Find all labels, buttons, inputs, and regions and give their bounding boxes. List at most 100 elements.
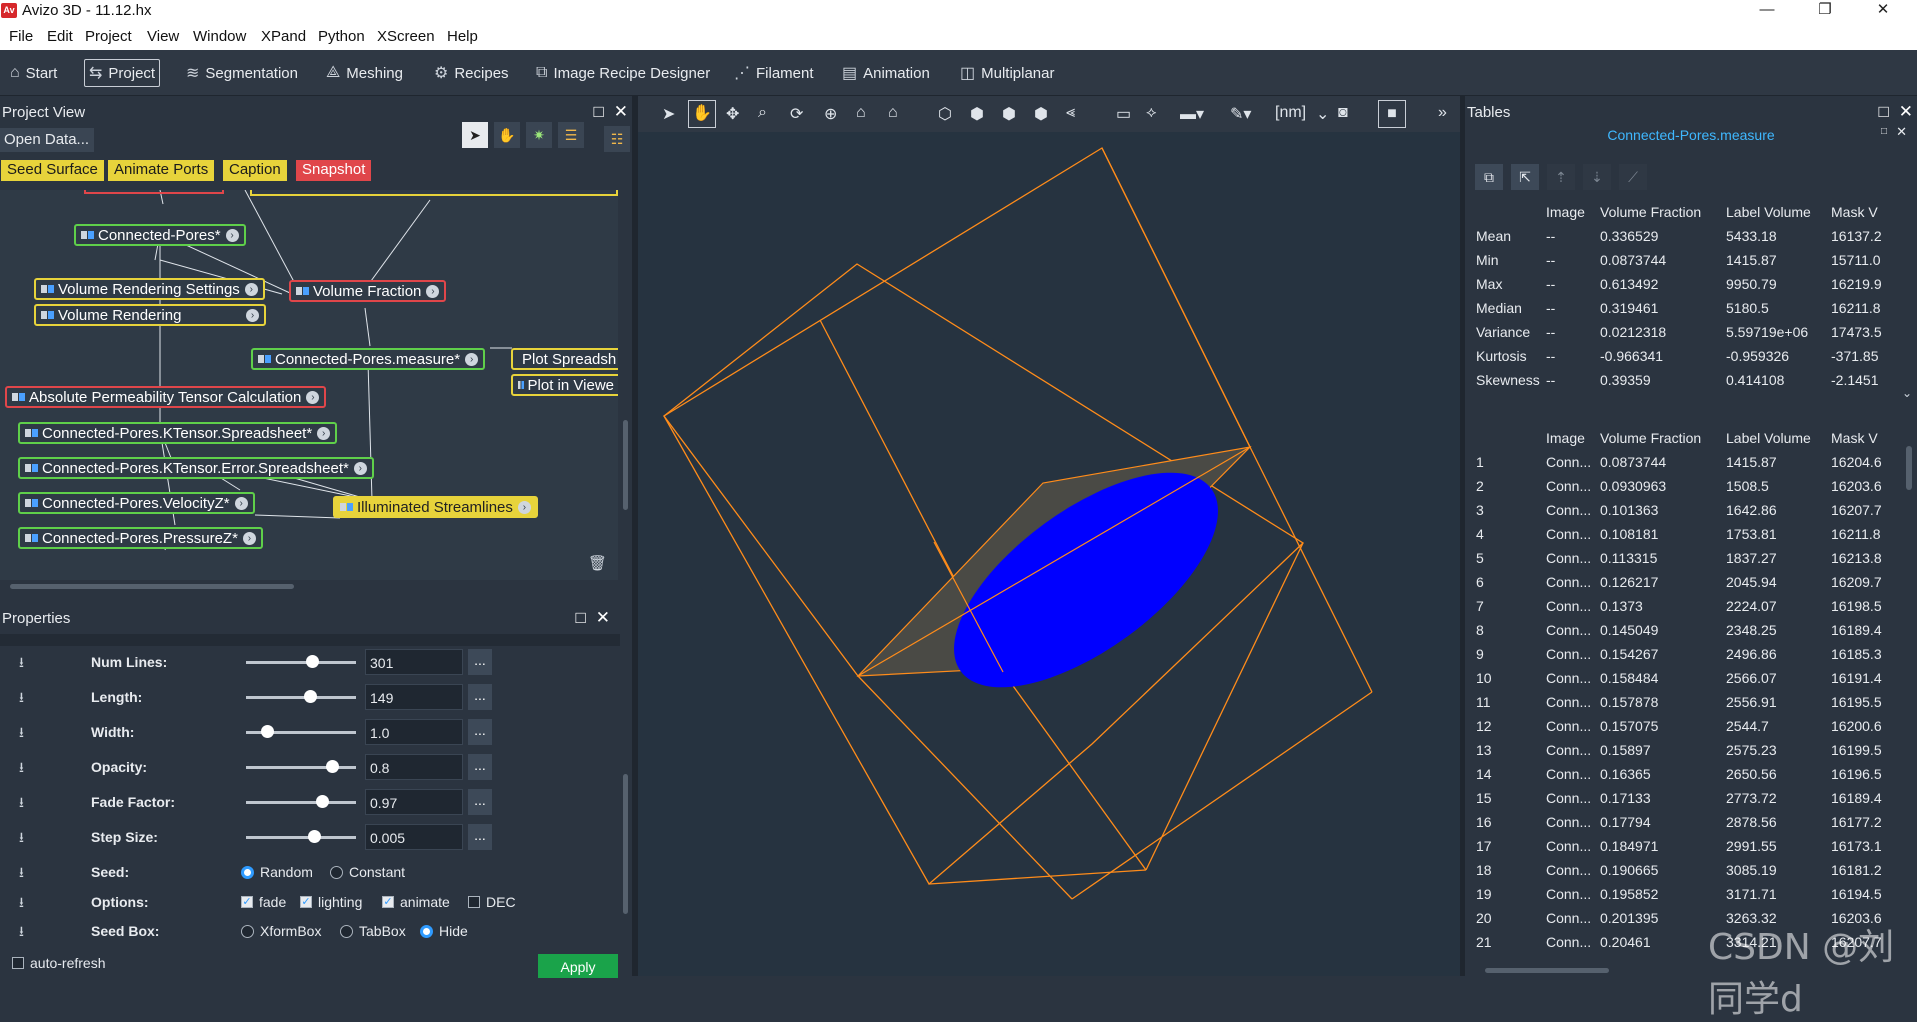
stats-row[interactable]: Kurtosis -- -0.966341 -0.959326 -371.85: [1473, 344, 1901, 368]
seed-random-radio[interactable]: Random: [241, 864, 313, 880]
expand-icon[interactable]: »: [1438, 104, 1447, 122]
layout-icon[interactable]: ■: [1378, 100, 1406, 128]
slider-knob[interactable]: [308, 830, 321, 843]
stats-row[interactable]: Median -- 0.319461 5180.5 16211.8: [1473, 296, 1901, 320]
table-row[interactable]: 5 Conn... 0.113315 1837.27 16213.8: [1473, 546, 1901, 570]
length-slider[interactable]: [246, 690, 356, 703]
pin-icon[interactable]: ⭳: [19, 827, 24, 851]
node-volume-rendering[interactable]: Volume Rendering ›: [34, 304, 266, 326]
more-button[interactable]: ...: [468, 824, 492, 850]
tab-project[interactable]: ⇆ Project: [84, 59, 161, 87]
table-row[interactable]: 14 Conn... 0.16365 2650.56 16196.5: [1473, 762, 1901, 786]
copy-icon[interactable]: ⧉: [1475, 164, 1503, 190]
project-graph[interactable]: Connected-Pores* › Volume Rendering Setti…: [0, 190, 618, 580]
auto-refresh-checkbox[interactable]: auto-refresh: [12, 955, 105, 971]
animate-ports-button[interactable]: Animate Ports: [108, 160, 215, 181]
node-ktensor-spreadsheet[interactable]: Connected-Pores.KTensor.Spreadsheet* ›: [18, 422, 338, 444]
seed-surface-button[interactable]: Seed Surface: [1, 160, 104, 181]
tree-view-icon[interactable]: ☰: [558, 122, 584, 148]
tab-animation[interactable]: ▤ Animation: [838, 59, 934, 87]
table-row[interactable]: 2 Conn... 0.0930963 1508.5 16203.6: [1473, 474, 1901, 498]
width-slider[interactable]: [246, 725, 356, 738]
pin-icon[interactable]: ⭳: [19, 722, 24, 746]
float-icon[interactable]: □: [1881, 126, 1887, 137]
chart-icon[interactable]: ⟋: [1619, 164, 1647, 190]
scrollbar-thumb[interactable]: [1906, 446, 1912, 490]
seed-constant-radio[interactable]: Constant: [330, 864, 405, 880]
option-animate-checkbox[interactable]: ✓ animate: [382, 894, 450, 910]
table-row[interactable]: 15 Conn... 0.17133 2773.72 16189.4: [1473, 786, 1901, 810]
horizontal-scrollbar[interactable]: [10, 584, 294, 589]
table-row[interactable]: 18 Conn... 0.190665 3085.19 16181.2: [1473, 858, 1901, 882]
slider-knob[interactable]: [306, 655, 319, 668]
table-row[interactable]: 16 Conn... 0.17794 2878.56 16177.2: [1473, 810, 1901, 834]
table-row[interactable]: 12 Conn... 0.157075 2544.7 16200.6: [1473, 714, 1901, 738]
table-row[interactable]: 10 Conn... 0.158484 2566.07 16191.4: [1473, 666, 1901, 690]
seedbox-hide-radio[interactable]: Hide: [420, 923, 468, 939]
slider-knob[interactable]: [304, 690, 317, 703]
float-icon[interactable]: □: [575, 608, 585, 628]
menu-xscreen[interactable]: XScreen: [377, 28, 435, 45]
menu-file[interactable]: File: [9, 28, 33, 45]
option-dec-checkbox[interactable]: DEC: [468, 894, 516, 910]
view-y-icon[interactable]: ⬢: [1002, 104, 1016, 124]
table-tab[interactable]: Connected-Pores.measure: [1465, 122, 1917, 146]
menu-project[interactable]: Project: [85, 28, 132, 45]
menu-window[interactable]: Window: [193, 28, 246, 45]
menu-python[interactable]: Python: [318, 28, 365, 45]
header-cell[interactable]: Mask V: [1828, 200, 1901, 224]
num-lines-field[interactable]: 301: [365, 649, 463, 675]
table-row[interactable]: 6 Conn... 0.126217 2045.94 16209.7: [1473, 570, 1901, 594]
table-row[interactable]: 4 Conn... 0.108181 1753.81 16211.8: [1473, 522, 1901, 546]
export-icon[interactable]: ⇱: [1511, 164, 1539, 190]
apply-button[interactable]: Apply: [538, 954, 618, 978]
measure-icon[interactable]: ▬▾: [1180, 104, 1204, 124]
camera-icon[interactable]: ◙: [1338, 104, 1348, 122]
pin-icon[interactable]: ⭳: [19, 792, 24, 816]
pin-icon[interactable]: ⭳: [19, 652, 24, 676]
float-icon[interactable]: □: [593, 102, 603, 122]
close-icon[interactable]: ✕: [1896, 124, 1907, 140]
table-row[interactable]: 11 Conn... 0.157878 2556.91 16195.5: [1473, 690, 1901, 714]
node-plot-spreadsheet[interactable]: Plot Spreadsh: [511, 348, 618, 370]
step-size-field[interactable]: 0.005: [365, 824, 463, 850]
node-connected-pores[interactable]: Connected-Pores* ›: [74, 224, 246, 246]
pin-icon[interactable]: ⭳: [19, 687, 24, 711]
node-illuminated-streamlines[interactable]: Illuminated Streamlines ›: [333, 496, 538, 518]
rotate-view-icon[interactable]: ⪡: [1066, 104, 1075, 122]
header-cell[interactable]: Label Volume: [1723, 200, 1828, 224]
pointer-icon[interactable]: ➤: [662, 104, 675, 124]
set-home-icon[interactable]: ⌂: [888, 104, 898, 122]
tab-start[interactable]: ⌂ Start: [6, 59, 61, 87]
slider-knob[interactable]: [316, 795, 329, 808]
table-row[interactable]: 8 Conn... 0.145049 2348.25 16189.4: [1473, 618, 1901, 642]
splitter[interactable]: [632, 96, 638, 976]
header-cell[interactable]: Volume Fraction: [1597, 426, 1723, 450]
more-button[interactable]: ...: [468, 719, 492, 745]
float-icon[interactable]: □: [1878, 102, 1888, 122]
more-button[interactable]: ...: [468, 789, 492, 815]
more-button[interactable]: ...: [468, 684, 492, 710]
close-icon[interactable]: ✕: [596, 608, 610, 628]
tab-image-recipe-designer[interactable]: ⧉ Image Recipe Designer: [532, 59, 714, 87]
node-volume-rendering-settings[interactable]: Volume Rendering Settings ›: [34, 278, 265, 300]
rows-scrollbar[interactable]: [1905, 426, 1913, 966]
more-button[interactable]: ...: [468, 754, 492, 780]
pin-icon[interactable]: ⭳: [19, 921, 24, 945]
slider-knob[interactable]: [326, 760, 339, 773]
seedbox-tabbox-radio[interactable]: TabBox: [340, 923, 406, 939]
opacity-field[interactable]: 0.8: [365, 754, 463, 780]
hand-icon[interactable]: ✋: [494, 122, 520, 148]
tab-meshing[interactable]: ⟁ Meshing: [322, 59, 407, 87]
open-data-button[interactable]: Open Data...: [0, 128, 94, 152]
tab-filament[interactable]: ⋰ Filament: [730, 59, 818, 87]
restore-icon[interactable]: ❐: [1802, 0, 1848, 22]
header-cell[interactable]: Label Volume: [1723, 426, 1828, 450]
unit-label[interactable]: [nm]: [1275, 104, 1306, 122]
pin-icon[interactable]: ⭳: [19, 892, 24, 916]
scrollbar-thumb[interactable]: [623, 774, 628, 914]
view-x-icon[interactable]: ⬢: [970, 104, 984, 124]
zoom-icon[interactable]: ⌕: [758, 104, 767, 122]
stereo-icon[interactable]: ▭: [1116, 104, 1131, 124]
arrow-down-icon[interactable]: ⇣: [1583, 164, 1611, 190]
